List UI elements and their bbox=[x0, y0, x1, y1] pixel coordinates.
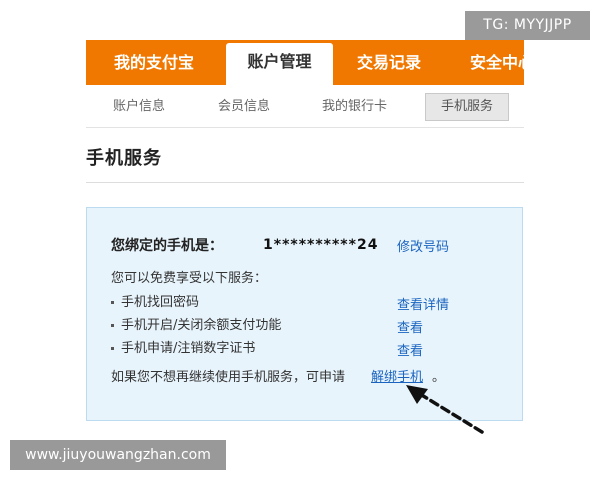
service-text: 手机开启/关闭余额支付功能 bbox=[121, 318, 282, 333]
service-item: 手机申请/注销数字证书 bbox=[111, 340, 255, 358]
bound-phone-row: 您绑定的手机是： 1**********24 bbox=[111, 235, 377, 255]
unbind-prompt-text: 如果您不想再继续使用手机服务，可申请 bbox=[111, 370, 346, 385]
service-item: 手机开启/关闭余额支付功能 bbox=[111, 317, 281, 335]
bullet-icon bbox=[111, 301, 114, 304]
modify-number-link[interactable]: 修改号码 bbox=[397, 236, 449, 255]
subtab-member-info[interactable]: 会员信息 bbox=[218, 94, 270, 120]
service-view-link[interactable]: 查看 bbox=[397, 317, 423, 336]
service-text: 手机找回密码 bbox=[121, 295, 200, 310]
service-view-link[interactable]: 查看 bbox=[397, 340, 423, 359]
subtab-mobile-service[interactable]: 手机服务 bbox=[425, 93, 510, 121]
site-watermark: www.jiuyouwangzhan.com bbox=[10, 440, 226, 470]
service-text: 手机申请/注销数字证书 bbox=[121, 341, 256, 356]
subtab-my-bank-cards[interactable]: 我的银行卡 bbox=[322, 94, 387, 120]
alipay-account-window: 我的支付宝 账户管理 交易记录 安全中心 账户信息 会员信息 我的银行卡 手机服… bbox=[86, 40, 524, 432]
tab-account-management[interactable]: 账户管理 bbox=[226, 43, 333, 85]
subtab-account-info[interactable]: 账户信息 bbox=[113, 94, 165, 120]
tab-my-alipay[interactable]: 我的支付宝 bbox=[114, 40, 194, 85]
sub-navigation: 账户信息 会员信息 我的银行卡 手机服务 bbox=[86, 85, 524, 128]
tg-watermark: TG: MYYJJPP bbox=[465, 11, 590, 40]
main-navigation: 我的支付宝 账户管理 交易记录 安全中心 bbox=[86, 40, 524, 85]
service-item: 手机找回密码 bbox=[111, 294, 199, 312]
tab-security-center[interactable]: 安全中心 bbox=[470, 40, 524, 85]
service-view-details-link[interactable]: 查看详情 bbox=[397, 294, 449, 313]
bullet-icon bbox=[111, 324, 114, 327]
title-divider bbox=[86, 182, 524, 183]
tab-transaction-records[interactable]: 交易记录 bbox=[357, 40, 421, 85]
bound-phone-number: 1**********24 bbox=[263, 237, 379, 253]
bound-phone-label: 您绑定的手机是： bbox=[111, 238, 223, 254]
dashed-arrow-pointer-icon bbox=[406, 385, 484, 434]
bullet-icon bbox=[111, 347, 114, 350]
page-title: 手机服务 bbox=[86, 148, 162, 169]
services-intro: 您可以免费享受以下服务： bbox=[111, 271, 268, 286]
